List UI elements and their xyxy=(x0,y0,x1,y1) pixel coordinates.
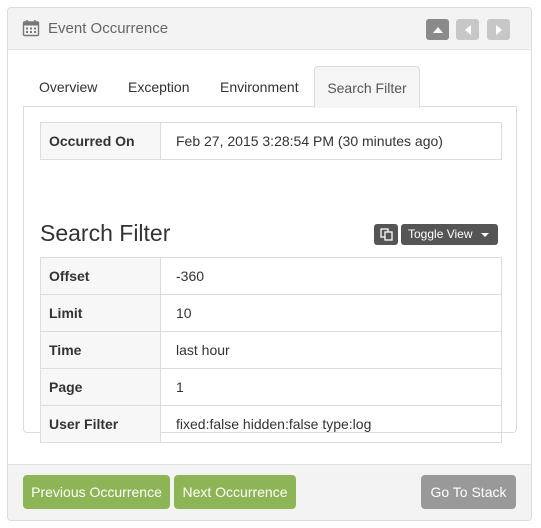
toggle-view-button[interactable]: Toggle View xyxy=(401,224,498,245)
panel-title: Event Occurrence xyxy=(48,20,169,37)
search-filter-pane: Occurred On Feb 27, 2015 3:28:54 PM (30 … xyxy=(23,107,517,443)
table-row: Offset -360 xyxy=(40,257,502,295)
tab-exception[interactable]: Exception xyxy=(128,66,189,107)
previous-occurrence-button[interactable]: Previous Occurrence xyxy=(23,475,170,509)
filter-key: Offset xyxy=(40,257,161,295)
caret-down-icon xyxy=(481,233,489,237)
next-nav-button[interactable] xyxy=(487,19,510,40)
section-title: Search Filter xyxy=(40,220,171,246)
occurred-on-value: Feb 27, 2015 3:28:54 PM (30 minutes ago) xyxy=(160,122,502,160)
chevron-up-icon xyxy=(432,26,443,33)
filter-value: -360 xyxy=(160,257,502,295)
panel-footer: Previous Occurrence Next Occurrence Go T… xyxy=(8,464,531,520)
table-row: User Filter fixed:false hidden:false typ… xyxy=(40,405,502,443)
filter-value: fixed:false hidden:false type:log xyxy=(160,405,502,443)
occurred-on-label: Occurred On xyxy=(40,122,161,160)
tab-bar: Overview Exception Environment Search Fi… xyxy=(23,66,517,108)
filter-key: Time xyxy=(40,331,161,369)
panel-header: Event Occurrence xyxy=(8,8,531,50)
occurrence-content: Overview Exception Environment Search Fi… xyxy=(23,66,517,443)
tab-environment[interactable]: Environment xyxy=(220,66,299,107)
table-row: Time last hour xyxy=(40,331,502,369)
event-occurrence-panel: Event Occurrence Overview Exception Envi… xyxy=(7,7,532,521)
tab-search-filter[interactable]: Search Filter xyxy=(314,66,420,108)
filter-value: 1 xyxy=(160,368,502,406)
copy-icon xyxy=(379,228,393,241)
filter-value: 10 xyxy=(160,294,502,332)
previous-nav-button[interactable] xyxy=(456,19,479,40)
tab-overview[interactable]: Overview xyxy=(39,66,97,107)
chevron-right-icon xyxy=(495,24,502,35)
collapse-button[interactable] xyxy=(426,19,449,40)
table-row: Limit 10 xyxy=(40,294,502,332)
filter-key: Limit xyxy=(40,294,161,332)
toggle-view-label: Toggle View xyxy=(408,227,473,241)
search-filter-table: Offset -360 Limit 10 Time last hour Page… xyxy=(40,257,502,443)
next-occurrence-button[interactable]: Next Occurrence xyxy=(174,475,296,509)
calendar-icon xyxy=(22,19,40,37)
chevron-left-icon xyxy=(464,24,471,35)
filter-key: User Filter xyxy=(40,405,161,443)
table-row: Page 1 xyxy=(40,368,502,406)
filter-key: Page xyxy=(40,368,161,406)
filter-value: last hour xyxy=(160,331,502,369)
table-row: Occurred On Feb 27, 2015 3:28:54 PM (30 … xyxy=(40,122,502,160)
occurred-table: Occurred On Feb 27, 2015 3:28:54 PM (30 … xyxy=(40,122,502,160)
copy-button[interactable] xyxy=(374,224,398,245)
go-to-stack-button[interactable]: Go To Stack xyxy=(421,475,516,509)
